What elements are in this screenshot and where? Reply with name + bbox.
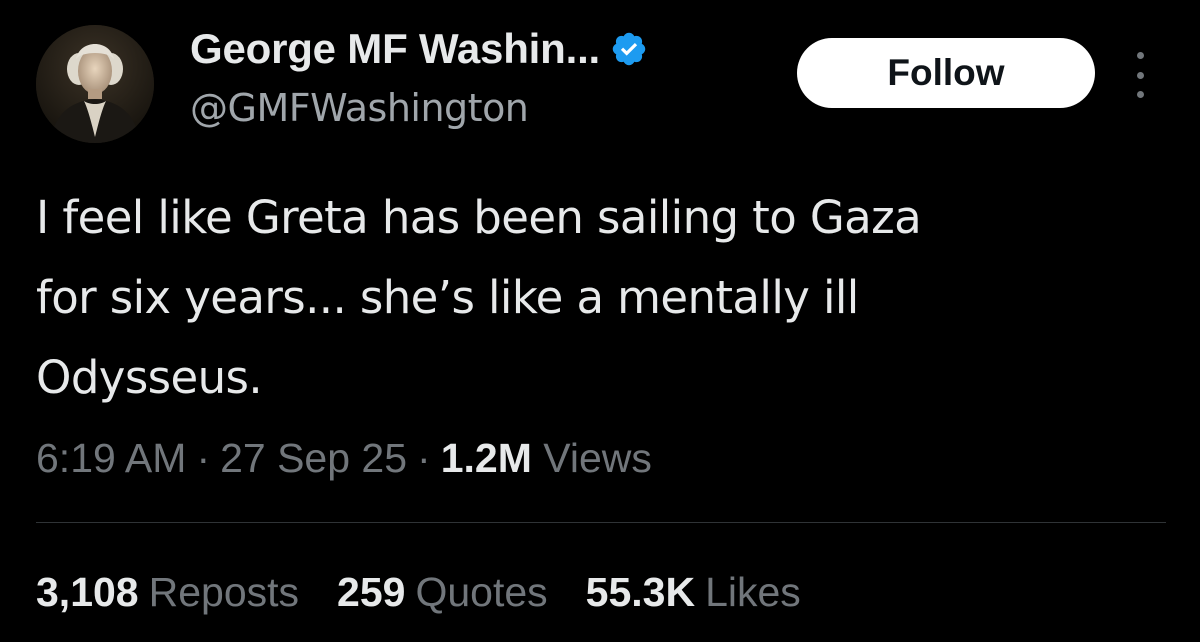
avatar-portrait-icon xyxy=(36,25,154,143)
author-name-row[interactable]: George MF Washin... xyxy=(190,22,648,76)
reposts-stat[interactable]: 3,108 Reposts xyxy=(36,562,299,622)
tweet-time[interactable]: 6:19 AM xyxy=(36,435,186,481)
verified-badge-icon[interactable] xyxy=(610,30,648,68)
tweet-text-line: Odysseus. xyxy=(36,351,263,404)
likes-count: 55.3K xyxy=(585,569,696,615)
views-label[interactable]: Views xyxy=(543,435,652,481)
views-count[interactable]: 1.2M xyxy=(441,435,532,481)
more-dot xyxy=(1136,71,1144,79)
follow-button[interactable]: Follow xyxy=(797,38,1095,108)
likes-label: Likes xyxy=(705,569,801,615)
author-handle[interactable]: @GMFWashington xyxy=(190,86,529,130)
quotes-stat[interactable]: 259 Quotes xyxy=(337,562,548,622)
quotes-count: 259 xyxy=(337,569,406,615)
engagement-stats: 3,108 Reposts 259 Quotes 55.3K Likes xyxy=(36,562,839,622)
reposts-count: 3,108 xyxy=(36,569,139,615)
meta-separator: · xyxy=(196,435,211,481)
tweet-text-line: for six years... she’s like a mentally i… xyxy=(36,271,859,324)
tweet-text-line: I feel like Greta has been sailing to Ga… xyxy=(36,191,922,244)
more-vertical-icon[interactable] xyxy=(1124,52,1156,98)
tweet-meta: 6:19 AM · 27 Sep 25 · 1.2M Views xyxy=(36,428,652,488)
tweet-text: I feel like Greta has been sailing to Ga… xyxy=(36,178,1176,418)
meta-separator: · xyxy=(417,435,431,481)
more-dot xyxy=(1136,91,1144,98)
quotes-label: Quotes xyxy=(415,569,548,615)
likes-stat[interactable]: 55.3K Likes xyxy=(586,562,801,622)
tweet-date[interactable]: 27 Sep 25 xyxy=(220,435,407,481)
divider xyxy=(36,522,1166,523)
display-name[interactable]: George MF Washin... xyxy=(190,25,600,73)
tweet-detail: George MF Washin... @GMFWashington Follo… xyxy=(0,0,1200,642)
more-dot xyxy=(1136,52,1144,59)
avatar[interactable] xyxy=(36,25,154,143)
reposts-label: Reposts xyxy=(148,569,300,615)
